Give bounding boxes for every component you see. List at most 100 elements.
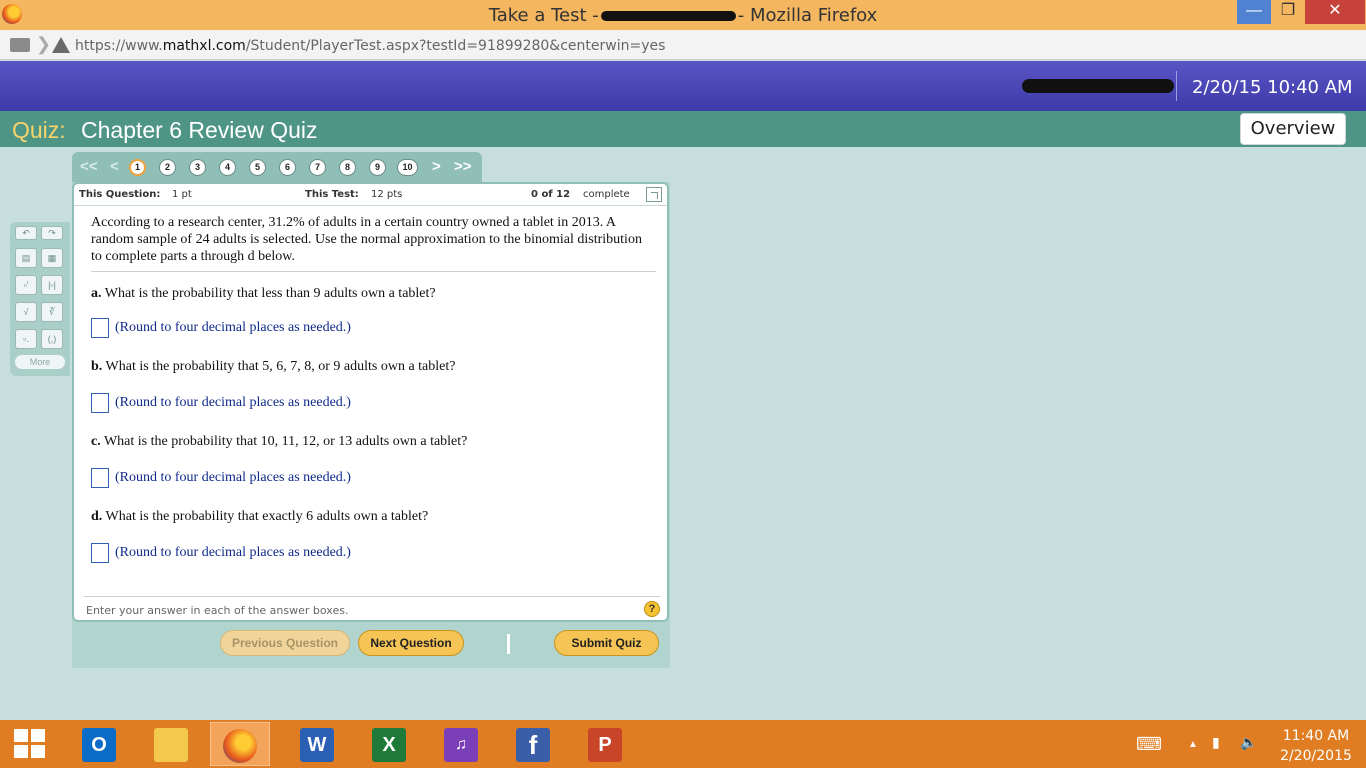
redacted-user-name	[1022, 79, 1174, 93]
part-d-answer-row: (Round to four decimal places as needed.…	[91, 543, 351, 563]
exponent-icon[interactable]: ▫′	[15, 275, 37, 295]
question-button-10[interactable]: 10	[397, 159, 418, 176]
this-test-points: 12 pts	[371, 189, 403, 200]
taskbar-excel[interactable]: X	[360, 722, 416, 766]
question-button-8[interactable]: 8	[339, 159, 356, 176]
part-b-prompt: b. What is the probability that 5, 6, 7,…	[91, 359, 456, 374]
site-header: 2/20/15 10:40 AM	[0, 61, 1366, 111]
part-c-hint: (Round to four decimal places as needed.…	[115, 470, 351, 485]
question-button-4[interactable]: 4	[219, 159, 236, 176]
taskbar-facebook[interactable]: f	[504, 722, 560, 766]
window-title-prefix: Take a Test -	[488, 5, 599, 26]
part-b-answer-row: (Round to four decimal places as needed.…	[91, 393, 351, 413]
redacted-username	[600, 11, 736, 21]
taskbar-outlook[interactable]: O	[70, 722, 126, 766]
powerpoint-icon: P	[588, 728, 622, 762]
part-c-answer-box[interactable]	[91, 468, 109, 488]
previous-question-arrow[interactable]: <	[110, 158, 119, 175]
header-divider	[1176, 71, 1177, 101]
question-info-bar: This Question: 1 pt This Test: 12 pts 0 …	[74, 184, 667, 206]
file-explorer-icon	[154, 728, 188, 762]
more-tools-button[interactable]: More	[15, 355, 65, 369]
question-button-5[interactable]: 5	[249, 159, 266, 176]
next-question-button[interactable]: Next Question	[358, 630, 464, 656]
next-question-arrow[interactable]: >	[432, 158, 441, 175]
progress-count: 0 of 12	[531, 189, 571, 200]
part-d-answer-box[interactable]	[91, 543, 109, 563]
part-a-answer-row: (Round to four decimal places as needed.…	[91, 318, 351, 338]
text-cursor	[507, 634, 510, 654]
start-button-icon[interactable]	[14, 729, 46, 759]
last-question-arrow[interactable]: >>	[454, 158, 472, 175]
part-b-answer-box[interactable]	[91, 393, 109, 413]
taskbar-firefox[interactable]	[210, 722, 270, 766]
window-title-suffix: - Mozilla Firefox	[737, 5, 878, 26]
decimal-icon[interactable]: ▫.	[15, 329, 37, 349]
page-icon	[10, 38, 30, 52]
question-content: According to a research center, 31.2% of…	[91, 214, 661, 563]
taskbar-file-explorer[interactable]	[142, 722, 198, 766]
this-question-points: 1 pt	[172, 189, 192, 200]
outlook-icon: O	[82, 728, 116, 762]
taskbar-word[interactable]: W	[288, 722, 344, 766]
this-question-label: This Question:	[79, 189, 161, 200]
video-editor-icon: ♫	[444, 728, 478, 762]
part-c-answer-row: (Round to four decimal places as needed.…	[91, 468, 351, 488]
submit-quiz-button[interactable]: Submit Quiz	[554, 630, 659, 656]
excel-icon: X	[372, 728, 406, 762]
question-button-2[interactable]: 2	[159, 159, 176, 176]
minimize-button[interactable]: —	[1237, 0, 1271, 24]
word-icon: W	[300, 728, 334, 762]
header-datetime: 2/20/15 10:40 AM	[1192, 77, 1353, 98]
power-icon[interactable]: ▮	[1212, 734, 1220, 751]
firefox-icon	[223, 729, 257, 763]
overview-button[interactable]: Overview	[1240, 113, 1346, 145]
maximize-button[interactable]: ❐	[1272, 0, 1304, 24]
undo-icon[interactable]: ↶	[15, 226, 37, 240]
part-a-answer-box[interactable]	[91, 318, 109, 338]
footer-divider	[84, 596, 660, 597]
first-question-arrow[interactable]: <<	[80, 158, 98, 175]
nth-root-icon[interactable]: ∛	[41, 302, 63, 322]
keyboard-icon[interactable]: ⌨	[1136, 734, 1162, 755]
window-titlebar: Take a Test - - Mozilla Firefox — ❐ ✕	[0, 0, 1366, 30]
taskbar-clock[interactable]: 11:40 AM 2/20/2015	[1276, 726, 1356, 766]
quiz-title-bar: Quiz: Chapter 6 Review Quiz Overview	[0, 111, 1366, 147]
facebook-icon: f	[516, 728, 550, 762]
warning-icon[interactable]	[52, 37, 70, 53]
ordered-pair-icon[interactable]: (,)	[41, 329, 63, 349]
help-icon[interactable]: ?	[644, 601, 660, 617]
address-bar[interactable]: ❯ https://www.mathxl.com/Student/PlayerT…	[0, 30, 1366, 60]
volume-icon[interactable]: 🔈	[1240, 734, 1257, 751]
square-root-icon[interactable]: √	[15, 302, 37, 322]
part-d-prompt: d. What is the probability that exactly …	[91, 509, 429, 524]
address-separator: ❯	[36, 34, 52, 54]
question-button-9[interactable]: 9	[369, 159, 386, 176]
taskbar-powerpoint[interactable]: P	[576, 722, 632, 766]
question-button-3[interactable]: 3	[189, 159, 206, 176]
expand-icon[interactable]	[646, 187, 662, 202]
part-b-hint: (Round to four decimal places as needed.…	[115, 395, 351, 410]
part-a-prompt: a. What is the probability that less tha…	[91, 286, 436, 301]
part-d-hint: (Round to four decimal places as needed.…	[115, 545, 351, 560]
question-intro: According to a research center, 31.2% of…	[91, 214, 656, 272]
taskbar-time: 11:40 AM	[1282, 728, 1350, 744]
previous-question-button[interactable]: Previous Question	[220, 630, 350, 656]
answer-instruction: Enter your answer in each of the answer …	[86, 604, 349, 617]
quiz-label: Quiz:	[12, 117, 66, 143]
taskbar-video-editor[interactable]: ♫	[432, 722, 488, 766]
mixed-number-icon[interactable]: ▦	[41, 248, 63, 268]
question-panel: This Question: 1 pt This Test: 12 pts 0 …	[72, 182, 669, 622]
quiz-title: Chapter 6 Review Quiz	[81, 117, 318, 143]
this-test-label: This Test:	[305, 189, 359, 200]
url-text[interactable]: https://www.mathxl.com/Student/PlayerTes…	[75, 38, 665, 54]
question-button-6[interactable]: 6	[279, 159, 296, 176]
fraction-icon[interactable]: ▤	[15, 248, 37, 268]
question-button-1[interactable]: 1	[129, 159, 146, 176]
show-hidden-icons-icon[interactable]: ▲	[1188, 739, 1198, 750]
redo-icon[interactable]: ↷	[41, 226, 63, 240]
question-button-7[interactable]: 7	[309, 159, 326, 176]
absolute-value-icon[interactable]: |▫|	[41, 275, 63, 295]
part-c-prompt: c. What is the probability that 10, 11, …	[91, 434, 468, 449]
close-button[interactable]: ✕	[1305, 0, 1365, 24]
